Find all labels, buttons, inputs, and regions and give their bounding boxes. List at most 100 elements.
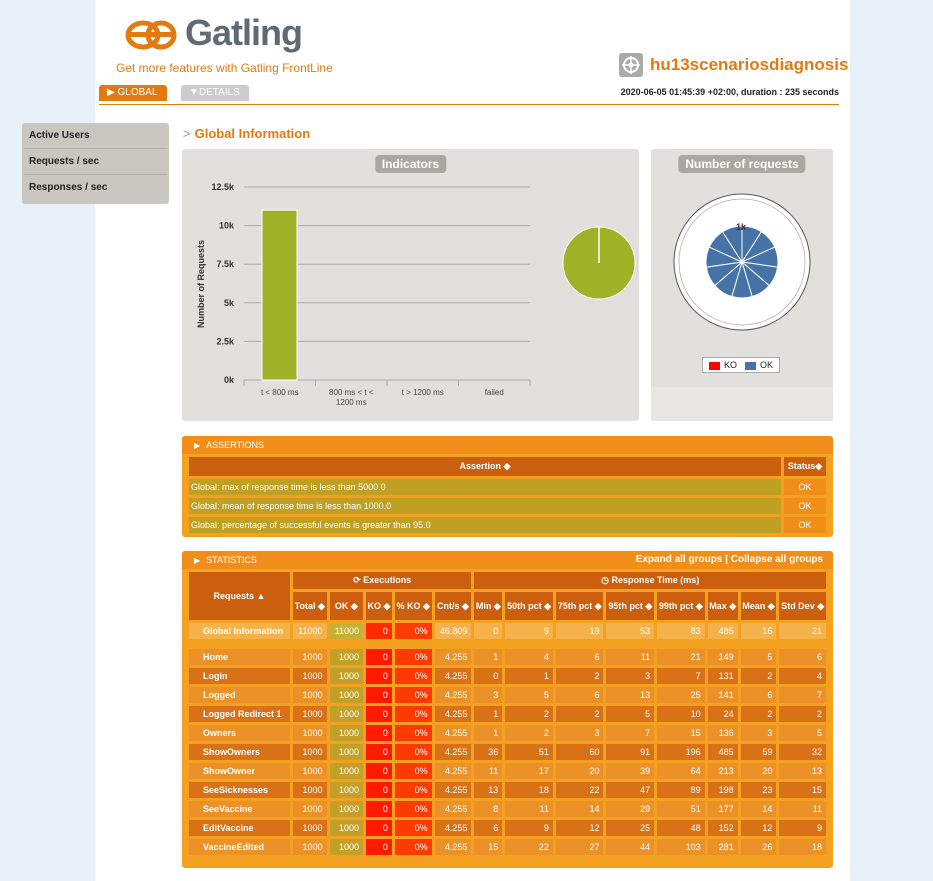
y-tick-label: 2.5k: [216, 336, 235, 346]
request-name[interactable]: Logged: [189, 687, 290, 703]
stat-cell: 1000: [293, 801, 327, 817]
stat-cell: 177: [707, 801, 738, 817]
gatling-logo[interactable]: Gatling: [125, 12, 303, 54]
stat-cell: 1000: [329, 782, 364, 798]
request-name[interactable]: ShowOwners: [189, 744, 290, 760]
stat-cell: 18: [779, 839, 826, 855]
stat-cell: 1: [474, 706, 503, 722]
stat-cell: 1000: [293, 649, 327, 665]
stat-cell: 0: [366, 668, 392, 684]
stat-cell: 11: [474, 763, 503, 779]
stats-col-header[interactable]: 99th pct ◆: [657, 592, 705, 620]
table-row: VaccineEdited 1000 1000 0 0% 4.255 15 22 27 44 103…: [189, 839, 826, 855]
stat-cell: 5: [740, 649, 777, 665]
request-name[interactable]: EditVaccine: [189, 820, 290, 836]
stat-cell: 26: [740, 839, 777, 855]
stats-col-header[interactable]: 50th pct ◆: [505, 592, 553, 620]
stat-cell: 0: [366, 820, 392, 836]
request-name[interactable]: ShowOwner: [189, 763, 290, 779]
legend-ok[interactable]: OK: [745, 360, 773, 370]
stats-col-header[interactable]: Total ◆: [293, 592, 327, 620]
tab-details[interactable]: ▼DETAILS: [181, 85, 249, 101]
sort-icon: ◆: [459, 600, 469, 611]
stat-cell: 4.255: [434, 744, 472, 760]
request-name[interactable]: Home: [189, 649, 290, 665]
stats-col-header[interactable]: Min ◆: [474, 592, 503, 620]
stat-cell: 2: [740, 706, 777, 722]
stats-col-header[interactable]: Max ◆: [707, 592, 738, 620]
requests-chart: 1k: [673, 193, 811, 331]
stat-cell: 2: [779, 706, 826, 722]
assertions-header[interactable]: ▶ ASSERTIONS: [182, 436, 833, 454]
tab-global[interactable]: ▶ GLOBAL: [99, 85, 167, 101]
tab-global-label: GLOBAL: [117, 87, 158, 98]
assertion-col-header[interactable]: Assertion ◆: [189, 457, 781, 476]
status-col-label: Status: [787, 461, 816, 471]
y-axis-label: Number of Requests: [196, 240, 206, 328]
side-menu-responses-per-sec[interactable]: Responses / sec: [24, 175, 167, 200]
stat-cell: 1000: [329, 839, 364, 855]
y-tick-label: 0k: [224, 375, 235, 385]
stat-cell: 1000: [293, 820, 327, 836]
sort-icon: ◆: [814, 600, 825, 611]
triangle-down-icon: ▼: [189, 87, 199, 98]
sort-icon: ◆: [420, 600, 430, 611]
assertion-row: Global: percentage of successful events …: [189, 517, 826, 533]
stats-col-header[interactable]: % KO ◆: [394, 592, 432, 620]
stat-cell: 51: [657, 801, 705, 817]
stats-col-label: Total: [294, 600, 316, 611]
stat-cell: 1000: [329, 706, 364, 722]
sort-icon: ◆: [642, 600, 653, 611]
stat-cell: 1000: [293, 706, 327, 722]
sort-icon: ◆: [503, 461, 511, 471]
stat-cell: 48: [657, 820, 705, 836]
stat-cell: 5: [779, 725, 826, 741]
request-name[interactable]: Logged Redirect 1: [189, 706, 290, 722]
stats-col-label: 75th pct: [557, 600, 593, 611]
stat-cell: 0%: [394, 744, 432, 760]
stats-col-header[interactable]: Mean ◆: [740, 592, 777, 620]
stats-col-label: 99th pct: [658, 600, 694, 611]
stats-col-header[interactable]: Std Dev ◆: [779, 592, 826, 620]
stat-cell: 9: [505, 623, 553, 639]
stat-cell: 64: [657, 763, 705, 779]
stat-cell: 4: [505, 649, 553, 665]
status-col-header[interactable]: Status◆: [784, 457, 826, 476]
stat-cell: 3: [555, 725, 604, 741]
stat-cell: 0: [366, 763, 392, 779]
x-tick-label: failed: [485, 388, 504, 397]
stats-col-label: Min: [475, 600, 492, 611]
frontline-link[interactable]: Get more features with Gatling FrontLine: [116, 61, 333, 75]
stats-col-header[interactable]: 75th pct ◆: [555, 592, 604, 620]
stats-col-header[interactable]: OK ◆: [329, 592, 364, 620]
x-tick-label: 800 ms < t <: [329, 388, 374, 397]
side-menu-active-users[interactable]: Active Users: [24, 123, 167, 149]
requests-col-header[interactable]: Requests ▲: [189, 572, 290, 620]
request-name[interactable]: Login: [189, 668, 290, 684]
stat-cell: 0: [366, 623, 392, 639]
stat-cell: 4.255: [434, 820, 472, 836]
stat-cell: 25: [606, 820, 655, 836]
stats-col-header[interactable]: 95th pct ◆: [606, 592, 655, 620]
stat-cell: 0%: [394, 687, 432, 703]
side-menu-requests-per-sec[interactable]: Requests / sec: [24, 149, 167, 175]
request-name[interactable]: Global Information: [189, 623, 290, 639]
stats-col-header[interactable]: KO ◆: [366, 592, 392, 620]
side-menu: Active Users Requests / sec Responses / …: [22, 123, 169, 204]
table-row: ShowOwners 1000 1000 0 0% 4.255 36 51 60 91 196 485…: [189, 744, 826, 760]
collapse-all-groups-link[interactable]: Collapse all groups: [731, 554, 823, 565]
stat-cell: 0: [366, 839, 392, 855]
assertions-title: ASSERTIONS: [206, 440, 265, 450]
stat-cell: 6: [555, 649, 604, 665]
assertions-table: Assertion ◆ Status◆ Global: max of respo…: [186, 454, 829, 536]
legend-ko[interactable]: KO: [709, 360, 737, 370]
table-row: ShowOwner 1000 1000 0 0% 4.255 11 17 20 39 64 213 20…: [189, 763, 826, 779]
stats-col-header[interactable]: Cnt/s ◆: [434, 592, 472, 620]
request-name[interactable]: SeeVaccine: [189, 801, 290, 817]
request-name[interactable]: VaccineEdited: [189, 839, 290, 855]
stat-cell: 17: [505, 763, 553, 779]
request-name[interactable]: SeeSicknesses: [189, 782, 290, 798]
expand-all-groups-link[interactable]: Expand all groups: [636, 554, 723, 565]
request-name[interactable]: Owners: [189, 725, 290, 741]
stat-cell: 20: [740, 763, 777, 779]
